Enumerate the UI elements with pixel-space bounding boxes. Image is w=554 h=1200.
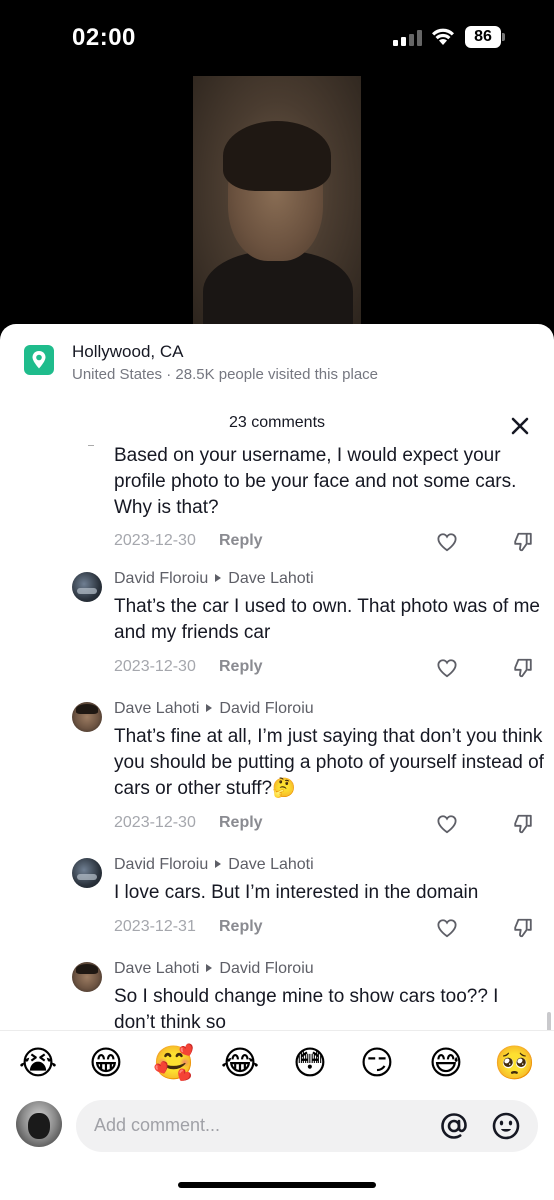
avatar[interactable] [72, 572, 102, 602]
emoji-pleading[interactable]: 🥺 [494, 1043, 535, 1083]
scrollbar[interactable] [547, 1012, 551, 1030]
battery-icon: 86 [465, 26, 505, 48]
comment-author-line[interactable]: David Floroiu Dave Lahoti [114, 856, 314, 874]
comment-placeholder: Add comment... [94, 1115, 221, 1135]
dislike-icon[interactable] [512, 917, 534, 939]
reply-arrow-icon [215, 860, 222, 869]
comment-author-line[interactable]: David Floroiu Dave Lahoti [114, 570, 314, 588]
emoji-grinning[interactable]: 😁 [86, 1043, 126, 1083]
video-thumbnail[interactable] [193, 76, 361, 326]
location-subtitle: United States · 28.5K people visited thi… [72, 366, 379, 383]
comment-text: Based on your username, I would expect y… [114, 445, 517, 518]
comment-reply-to: Dave Lahoti [228, 856, 314, 873]
wifi-icon [432, 28, 454, 45]
smile-icon[interactable] [490, 1110, 522, 1142]
reply-arrow-icon [206, 964, 213, 973]
close-icon[interactable] [508, 414, 532, 438]
comments-count: 23 comments [228, 414, 326, 431]
comment-reply-to: David Floroiu [219, 700, 314, 717]
comment-author: Dave Lahoti [114, 960, 200, 977]
at-icon[interactable] [438, 1110, 470, 1142]
comment-author-line[interactable]: Dave Lahoti David Floroiu [114, 960, 314, 978]
emoji-bar: 😭 😁 🥰 😂 😳 😏 😅 🥺 [0, 1030, 554, 1096]
comment-date: 2023-12-30 [114, 658, 196, 675]
comments-sheet: Hollywood, CA United States · 28.5K peop… [0, 324, 554, 1200]
emoji-smirk[interactable]: 😏 [357, 1043, 397, 1083]
divider [88, 445, 94, 446]
avatar[interactable] [72, 858, 102, 888]
comment-author: Dave Lahoti [114, 700, 200, 717]
heart-icon[interactable] [436, 814, 458, 834]
heart-icon[interactable] [436, 918, 458, 938]
emoji-flushed[interactable]: 😳 [290, 1043, 330, 1083]
comment-author: David Floroiu [114, 856, 209, 873]
comment-text: That’s the car I used to own. That photo… [114, 596, 540, 643]
emoji-sweat-smile[interactable]: 😅 [426, 1043, 466, 1083]
comment-input-row: Add comment... [0, 1096, 554, 1166]
reply-arrow-icon [206, 704, 213, 713]
status-bar: 02:00 86 [0, 0, 554, 76]
location-name: Hollywood, CA [72, 342, 184, 361]
dislike-icon[interactable] [512, 531, 534, 553]
user-avatar[interactable] [16, 1101, 62, 1147]
home-indicator[interactable] [178, 1182, 376, 1188]
emoji-smiling-hearts[interactable]: 🥰 [153, 1043, 194, 1083]
comment-author-line[interactable]: Dave Lahoti David Floroiu [114, 700, 314, 718]
comments-list[interactable]: Based on your username, I would expect y… [0, 440, 554, 1030]
comment-text: That’s fine at all, I’m just saying that… [114, 726, 544, 799]
comment-date: 2023-12-31 [114, 918, 196, 935]
location-pin-icon [24, 345, 54, 375]
dislike-icon[interactable] [512, 657, 534, 679]
avatar[interactable] [72, 702, 102, 732]
comment-date: 2023-12-30 [114, 532, 196, 549]
comment-text: I love cars. But I’m interested in the d… [114, 882, 479, 903]
comment-text: So I should change mine to show cars too… [114, 986, 499, 1030]
reply-arrow-icon [215, 574, 222, 583]
comment-reply-to: Dave Lahoti [228, 570, 314, 587]
comment-reply-to: David Floroiu [219, 960, 314, 977]
heart-icon[interactable] [436, 658, 458, 678]
reply-button[interactable]: Reply [219, 814, 263, 832]
comment-input[interactable]: Add comment... [76, 1100, 538, 1152]
location-row[interactable]: Hollywood, CA United States · 28.5K peop… [0, 324, 554, 394]
reply-button[interactable]: Reply [219, 658, 263, 676]
comments-header: 23 comments [0, 408, 554, 436]
battery-level: 86 [465, 26, 501, 48]
emoji-loudly-crying[interactable]: 😭 [18, 1043, 58, 1083]
avatar[interactable] [72, 962, 102, 992]
emoji-tears-of-joy[interactable]: 😂 [220, 1043, 260, 1083]
comment-date: 2023-12-30 [114, 814, 196, 831]
status-time: 02:00 [72, 24, 136, 51]
signal-icon [393, 30, 423, 46]
dislike-icon[interactable] [512, 813, 534, 835]
comment-author: David Floroiu [114, 570, 209, 587]
reply-button[interactable]: Reply [219, 532, 263, 550]
heart-icon[interactable] [436, 532, 458, 552]
reply-button[interactable]: Reply [219, 918, 263, 936]
